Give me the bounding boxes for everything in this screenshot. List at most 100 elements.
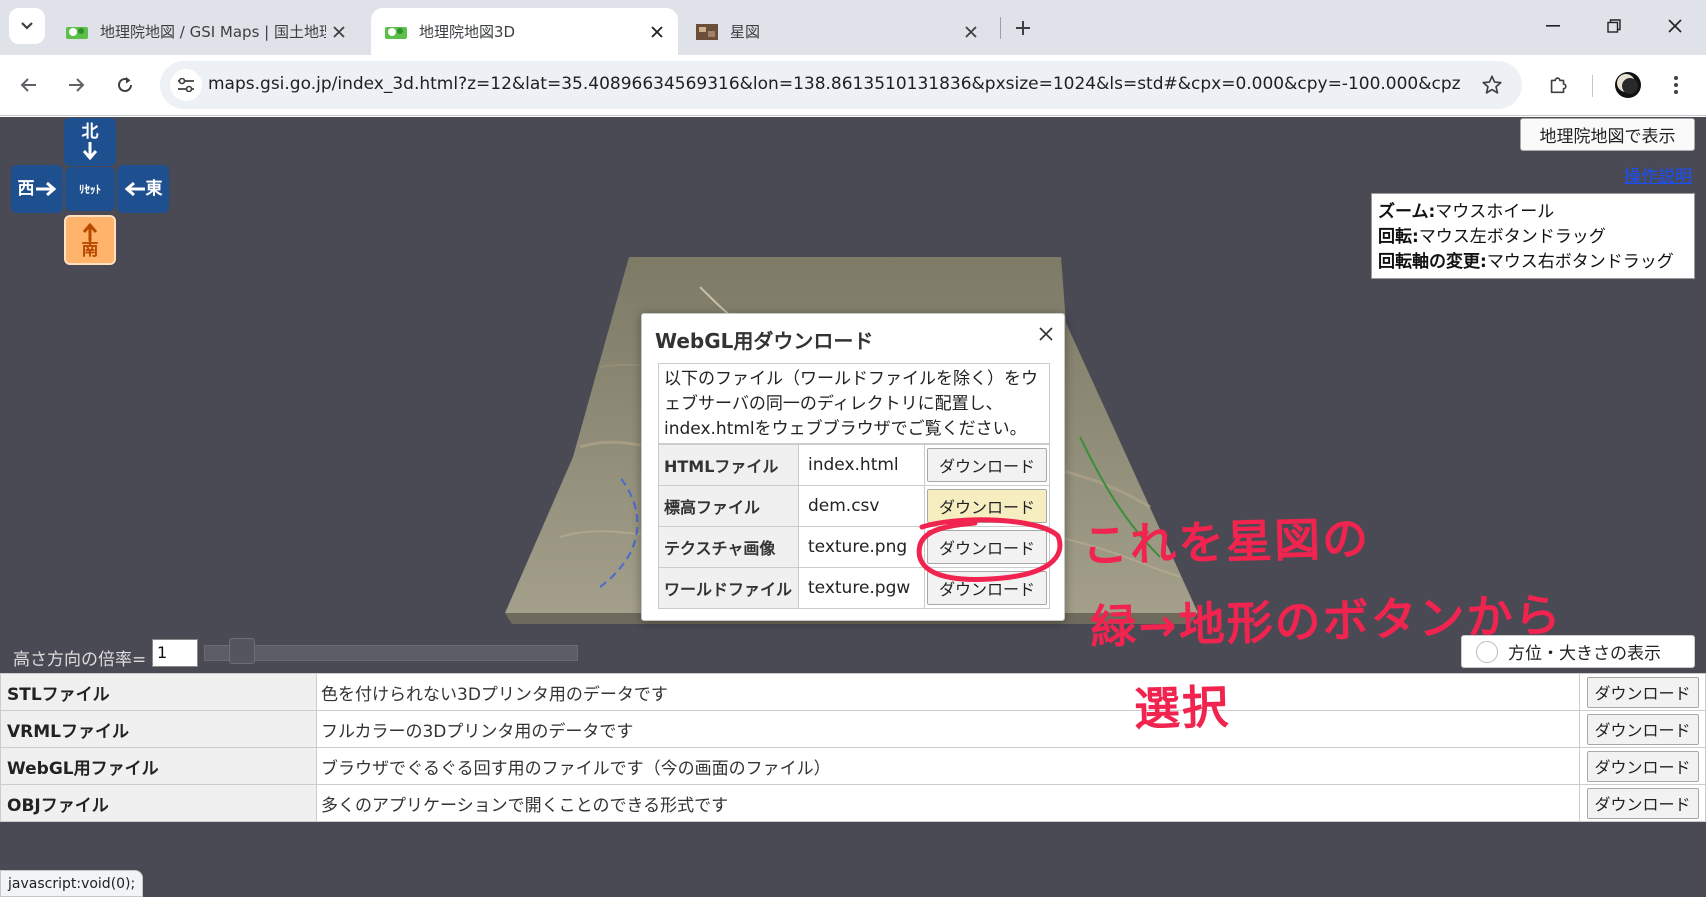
tab-star-chart[interactable]: 星図 <box>682 8 992 55</box>
puzzle-icon <box>1550 77 1567 94</box>
height-scale-slider-track[interactable] <box>204 645 578 661</box>
south-label: 南 <box>81 239 99 260</box>
forward-button[interactable] <box>58 67 94 103</box>
tab-title: 地理院地図 / GSI Maps | 国土地理院 <box>100 23 326 41</box>
help-row-zoom: ズーム:マウスホイール <box>1378 200 1694 225</box>
download-obj-button[interactable]: ダウンロード <box>1586 787 1699 819</box>
avatar-icon <box>1615 72 1641 98</box>
status-bar: javascript:void(0); <box>0 870 144 897</box>
gsi-3d-page: 北 西 ﾘｾｯﾄ 東 南 地理院地図で表示 操作説明 ズーム:マウスホイール 回… <box>0 117 1706 897</box>
file-name: texture.png <box>798 526 925 568</box>
download-cell: ダウンロード <box>924 567 1050 609</box>
controls-help-box: ズーム:マウスホイール 回転:マウス左ボタンドラッグ 回転軸の変更:マウス右ボタ… <box>1371 193 1695 279</box>
close-tab-icon[interactable] <box>958 19 984 45</box>
download-cell: ダウンロード <box>1579 673 1706 711</box>
format-description: ブラウザでぐるぐる回す用のファイルです（今の画面のファイル） <box>316 747 1580 785</box>
download-cell: ダウンロード <box>924 444 1050 486</box>
south-button[interactable]: 南 <box>64 215 116 265</box>
download-webgl-button[interactable]: ダウンロード <box>1586 750 1699 782</box>
help-desc: マウス左ボタンドラッグ <box>1418 227 1606 247</box>
file-type-label: 標高ファイル <box>658 485 799 527</box>
arrow-left-icon <box>20 78 36 92</box>
download-texture-button[interactable]: ダウンロード <box>927 530 1047 564</box>
tune-icon <box>178 78 194 92</box>
close-window-button[interactable] <box>1644 0 1706 52</box>
tab-strip: 地理院地図 / GSI Maps | 国土地理院 地理院地図3D 星図 <box>0 0 1706 55</box>
url-text[interactable]: maps.gsi.go.jp/index_3d.html?z=12&lat=35… <box>208 74 1460 94</box>
profile-avatar[interactable] <box>1610 67 1646 103</box>
help-desc: マウス右ボタンドラッグ <box>1486 252 1674 272</box>
minimize-button[interactable] <box>1522 0 1584 52</box>
format-description: 色を付けられない3Dプリンタ用のデータです <box>316 673 1580 711</box>
table-row: HTMLファイル index.html ダウンロード <box>658 444 1050 486</box>
table-row: STLファイル 色を付けられない3Dプリンタ用のデータです ダウンロード <box>0 673 1706 711</box>
chevron-down-icon <box>21 22 33 30</box>
file-name: index.html <box>798 444 925 486</box>
address-bar[interactable]: maps.gsi.go.jp/index_3d.html?z=12&lat=35… <box>160 61 1522 109</box>
extensions-button[interactable] <box>1540 67 1576 103</box>
new-tab-button[interactable] <box>1007 12 1039 44</box>
format-description: 多くのアプリケーションで開くことのできる形式です <box>316 784 1580 822</box>
webgl-download-dialog: WebGL用ダウンロード 以下のファイル（ワールドファイルを除く）をウェブサーバ… <box>641 313 1065 621</box>
back-button[interactable] <box>11 67 47 103</box>
bookmark-star-icon[interactable] <box>1478 71 1506 99</box>
annotation-line-1: これを星図の <box>1081 511 1371 573</box>
help-row-rotate: 回転:マウス左ボタンドラッグ <box>1378 225 1694 250</box>
toolbar-divider <box>1592 75 1593 97</box>
view-in-gsi-maps-button[interactable]: 地理院地図で表示 <box>1520 118 1695 151</box>
table-row: VRMLファイル フルカラーの3Dプリンタ用のデータです ダウンロード <box>0 710 1706 748</box>
reset-button[interactable]: ﾘｾｯﾄ <box>65 167 115 211</box>
gsi-favicon-icon <box>385 26 407 39</box>
help-desc: マウスホイール <box>1435 202 1555 222</box>
close-tab-icon[interactable] <box>326 19 352 45</box>
reload-button[interactable] <box>107 67 143 103</box>
download-cell: ダウンロード <box>1579 784 1706 822</box>
download-stl-button[interactable]: ダウンロード <box>1586 676 1699 708</box>
download-vrml-button[interactable]: ダウンロード <box>1586 713 1699 745</box>
height-scale-slider-thumb[interactable] <box>229 638 255 664</box>
dialog-file-table: HTMLファイル index.html ダウンロード 標高ファイル dem.cs… <box>658 444 1050 609</box>
north-label: 北 <box>81 121 99 142</box>
close-tab-icon[interactable] <box>644 19 670 45</box>
close-icon <box>1668 19 1682 33</box>
site-info-button[interactable] <box>170 69 202 101</box>
download-cell: ダウンロード <box>924 526 1050 568</box>
download-dem-button[interactable]: ダウンロード <box>927 489 1047 523</box>
help-link[interactable]: 操作説明 <box>1624 162 1692 187</box>
table-row: 標高ファイル dem.csv ダウンロード <box>658 485 1050 527</box>
tab-search-button[interactable] <box>9 8 45 44</box>
format-label: WebGL用ファイル <box>0 747 317 785</box>
dialog-description: 以下のファイル（ワールドファイルを除く）をウェブサーバの同一のディレクトリに配置… <box>658 363 1050 444</box>
height-scale-input[interactable]: 1 <box>152 639 198 667</box>
file-name: texture.pgw <box>798 567 925 609</box>
tab-title: 地理院地図3D <box>419 23 516 41</box>
star-chart-favicon-icon <box>696 23 718 40</box>
table-row: WebGL用ファイル ブラウザでぐるぐる回す用のファイルです（今の画面のファイル… <box>0 747 1706 785</box>
tab-gsi-maps[interactable]: 地理院地図 / GSI Maps | 国土地理院 <box>52 8 360 55</box>
download-table: STLファイル 色を付けられない3Dプリンタ用のデータです ダウンロード VRM… <box>0 673 1706 822</box>
browser-toolbar: maps.gsi.go.jp/index_3d.html?z=12&lat=35… <box>0 55 1706 116</box>
restore-icon <box>1607 19 1621 33</box>
help-row-axis: 回転軸の変更:マウス右ボタンドラッグ <box>1378 250 1694 275</box>
arrow-down-icon <box>82 141 98 160</box>
west-button[interactable]: 西 <box>11 165 63 213</box>
east-button[interactable]: 東 <box>117 165 169 213</box>
restore-button[interactable] <box>1583 0 1645 52</box>
table-row: OBJファイル 多くのアプリケーションで開くことのできる形式です ダウンロード <box>0 784 1706 822</box>
tab-separator <box>1000 17 1001 39</box>
browser-menu-button[interactable] <box>1658 67 1694 103</box>
arrow-left-icon <box>124 181 145 197</box>
download-html-button[interactable]: ダウンロード <box>927 448 1047 482</box>
format-label: OBJファイル <box>0 784 317 822</box>
arrow-right-icon <box>35 181 56 197</box>
north-button[interactable]: 北 <box>64 118 116 166</box>
tab-gsi-3d[interactable]: 地理院地図3D <box>371 8 678 55</box>
file-type-label: ワールドファイル <box>658 567 799 609</box>
download-worldfile-button[interactable]: ダウンロード <box>927 571 1047 605</box>
height-scale-label: 高さ方向の倍率= <box>13 650 147 670</box>
download-cell: ダウンロード <box>1579 747 1706 785</box>
plus-icon <box>1016 21 1030 35</box>
close-icon[interactable] <box>1034 322 1058 346</box>
help-term: 回転軸の変更: <box>1378 252 1487 272</box>
annotation-line-3: 選択 <box>1133 679 1231 737</box>
